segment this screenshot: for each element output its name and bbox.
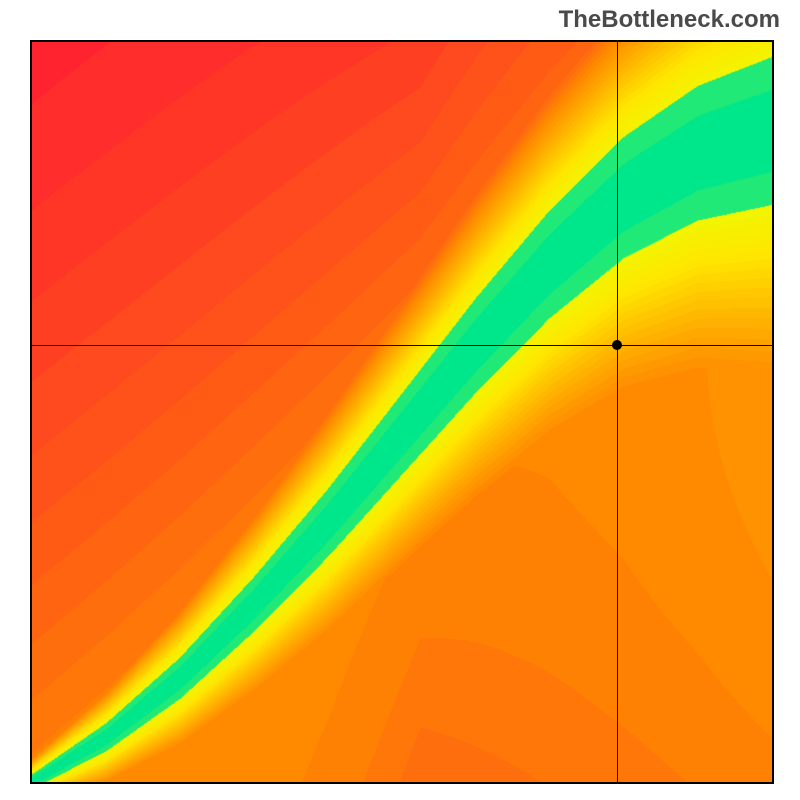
chart-wrapper: TheBottleneck.com [0,0,800,800]
crosshair-marker [612,340,622,350]
watermark-label: TheBottleneck.com [559,6,780,34]
crosshair-vertical [617,42,618,782]
crosshair-horizontal [32,345,772,346]
heatmap-frame [30,40,774,784]
heatmap-canvas [32,42,772,782]
